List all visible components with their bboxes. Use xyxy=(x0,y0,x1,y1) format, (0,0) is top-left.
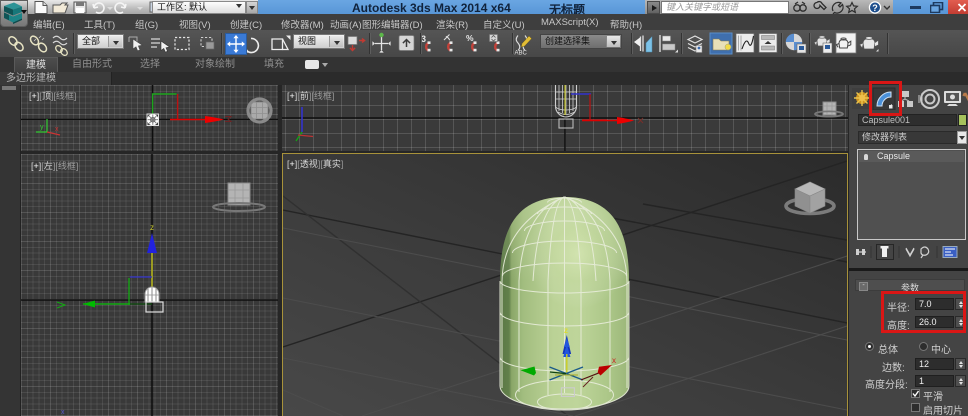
svg-text:ABC: ABC xyxy=(515,51,528,57)
svg-text:x: x xyxy=(55,126,59,133)
svg-text:%: % xyxy=(466,33,474,43)
svg-text:?: ? xyxy=(872,3,878,13)
svg-text:y: y xyxy=(40,124,44,131)
svg-text:x: x xyxy=(612,356,616,365)
svg-text:z: z xyxy=(564,326,568,335)
svg-text:x: x xyxy=(61,409,65,416)
svg-text:z: z xyxy=(150,223,154,232)
